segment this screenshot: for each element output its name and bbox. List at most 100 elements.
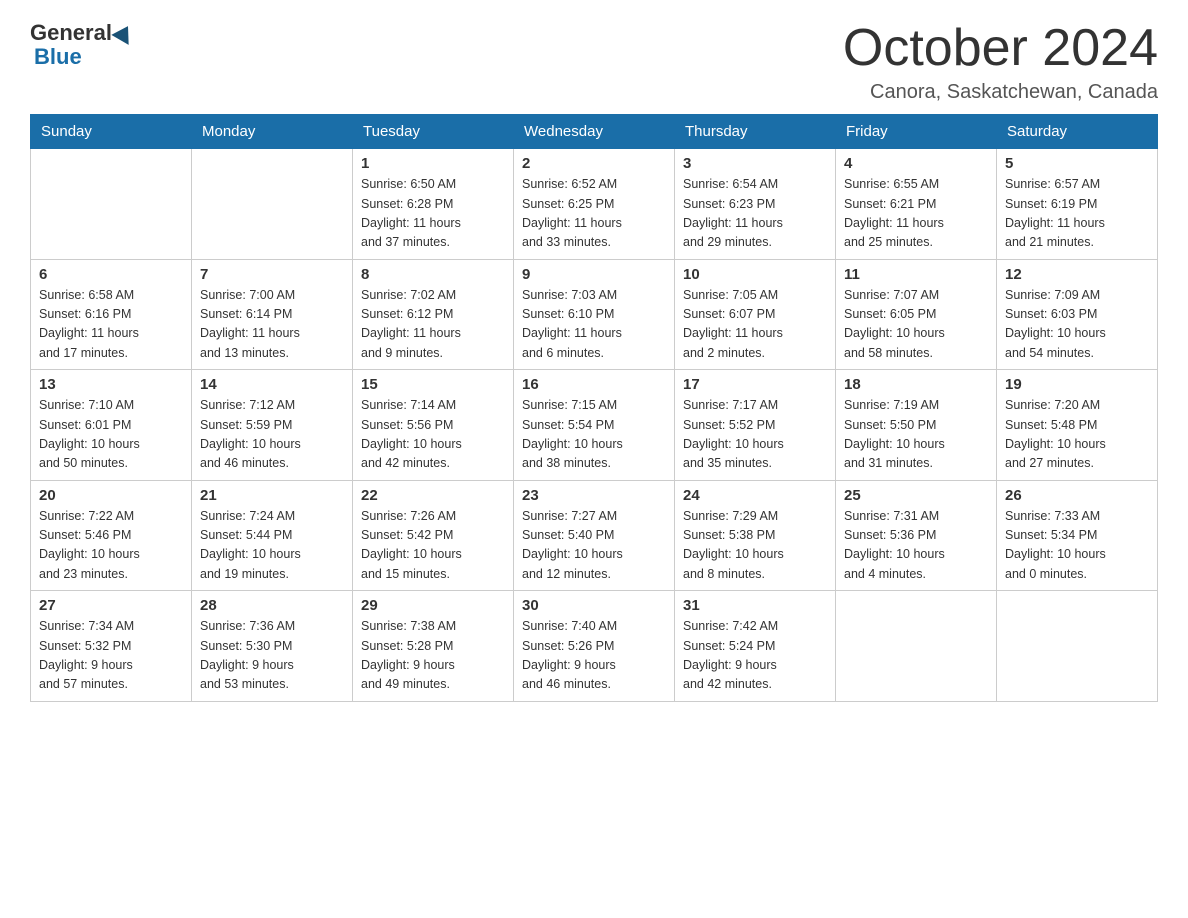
day-number: 6 bbox=[39, 266, 183, 283]
day-info: Sunrise: 7:42 AM Sunset: 5:24 PM Dayligh… bbox=[683, 617, 827, 695]
calendar-cell: 27 Sunrise: 7:34 AM Sunset: 5:32 PM Dayli… bbox=[31, 591, 192, 702]
calendar-cell: 18 Sunrise: 7:19 AM Sunset: 5:50 PM Dayli… bbox=[836, 370, 997, 481]
calendar-cell: 21 Sunrise: 7:24 AM Sunset: 5:44 PM Dayli… bbox=[192, 480, 353, 591]
calendar-cell: 8 Sunrise: 7:02 AM Sunset: 6:12 PM Daylig… bbox=[353, 259, 514, 370]
calendar-cell: 29 Sunrise: 7:38 AM Sunset: 5:28 PM Dayli… bbox=[353, 591, 514, 702]
calendar-cell: 5 Sunrise: 6:57 AM Sunset: 6:19 PM Daylig… bbox=[997, 149, 1158, 260]
day-number: 22 bbox=[361, 487, 505, 504]
calendar-cell: 25Sunrise: 7:31 AM Sunset: 5:36 PM Dayli… bbox=[836, 480, 997, 591]
calendar-cell: 3 Sunrise: 6:54 AM Sunset: 6:23 PM Daylig… bbox=[675, 149, 836, 260]
day-info: Sunrise: 7:15 AM Sunset: 5:54 PM Dayligh… bbox=[522, 396, 666, 474]
day-number: 13 bbox=[39, 376, 183, 393]
calendar-cell: 6 Sunrise: 6:58 AM Sunset: 6:16 PM Daylig… bbox=[31, 259, 192, 370]
day-number: 29 bbox=[361, 597, 505, 614]
calendar-cell: 31 Sunrise: 7:42 AM Sunset: 5:24 PM Dayli… bbox=[675, 591, 836, 702]
calendar-cell: 23Sunrise: 7:27 AM Sunset: 5:40 PM Dayli… bbox=[514, 480, 675, 591]
day-info: Sunrise: 6:50 AM Sunset: 6:28 PM Dayligh… bbox=[361, 175, 505, 253]
day-info: Sunrise: 7:05 AM Sunset: 6:07 PM Dayligh… bbox=[683, 286, 827, 364]
day-number: 5 bbox=[1005, 155, 1149, 172]
calendar-cell bbox=[31, 149, 192, 260]
calendar-cell: 4 Sunrise: 6:55 AM Sunset: 6:21 PM Daylig… bbox=[836, 149, 997, 260]
calendar-cell: 1 Sunrise: 6:50 AM Sunset: 6:28 PM Daylig… bbox=[353, 149, 514, 260]
day-info: Sunrise: 7:29 AM Sunset: 5:38 PM Dayligh… bbox=[683, 507, 827, 585]
day-number: 20 bbox=[39, 487, 183, 504]
day-info: Sunrise: 7:02 AM Sunset: 6:12 PM Dayligh… bbox=[361, 286, 505, 364]
calendar-cell: 13 Sunrise: 7:10 AM Sunset: 6:01 PM Dayli… bbox=[31, 370, 192, 481]
day-info: Sunrise: 7:27 AM Sunset: 5:40 PM Dayligh… bbox=[522, 507, 666, 585]
day-info: Sunrise: 7:40 AM Sunset: 5:26 PM Dayligh… bbox=[522, 617, 666, 695]
calendar-table: SundayMondayTuesdayWednesdayThursdayFrid… bbox=[30, 114, 1158, 702]
calendar-cell: 24Sunrise: 7:29 AM Sunset: 5:38 PM Dayli… bbox=[675, 480, 836, 591]
day-number: 12 bbox=[1005, 266, 1149, 283]
calendar-cell: 17Sunrise: 7:17 AM Sunset: 5:52 PM Dayli… bbox=[675, 370, 836, 481]
calendar-week-row: 1 Sunrise: 6:50 AM Sunset: 6:28 PM Daylig… bbox=[31, 149, 1158, 260]
day-number: 4 bbox=[844, 155, 988, 172]
logo-blue-text: Blue bbox=[34, 44, 82, 70]
calendar-week-row: 6 Sunrise: 6:58 AM Sunset: 6:16 PM Daylig… bbox=[31, 259, 1158, 370]
day-info: Sunrise: 7:03 AM Sunset: 6:10 PM Dayligh… bbox=[522, 286, 666, 364]
calendar-cell: 2Sunrise: 6:52 AM Sunset: 6:25 PM Daylig… bbox=[514, 149, 675, 260]
day-info: Sunrise: 7:24 AM Sunset: 5:44 PM Dayligh… bbox=[200, 507, 344, 585]
calendar-cell: 11Sunrise: 7:07 AM Sunset: 6:05 PM Dayli… bbox=[836, 259, 997, 370]
day-info: Sunrise: 7:26 AM Sunset: 5:42 PM Dayligh… bbox=[361, 507, 505, 585]
day-number: 11 bbox=[844, 266, 988, 283]
day-number: 21 bbox=[200, 487, 344, 504]
column-header-saturday: Saturday bbox=[997, 115, 1158, 149]
calendar-cell bbox=[836, 591, 997, 702]
logo-general-text: General bbox=[30, 20, 112, 46]
day-number: 8 bbox=[361, 266, 505, 283]
day-info: Sunrise: 6:54 AM Sunset: 6:23 PM Dayligh… bbox=[683, 175, 827, 253]
calendar-header-row: SundayMondayTuesdayWednesdayThursdayFrid… bbox=[31, 115, 1158, 149]
column-header-sunday: Sunday bbox=[31, 115, 192, 149]
day-info: Sunrise: 7:09 AM Sunset: 6:03 PM Dayligh… bbox=[1005, 286, 1149, 364]
day-number: 27 bbox=[39, 597, 183, 614]
day-info: Sunrise: 7:12 AM Sunset: 5:59 PM Dayligh… bbox=[200, 396, 344, 474]
calendar-cell: 16 Sunrise: 7:15 AM Sunset: 5:54 PM Dayli… bbox=[514, 370, 675, 481]
day-info: Sunrise: 7:22 AM Sunset: 5:46 PM Dayligh… bbox=[39, 507, 183, 585]
calendar-week-row: 20 Sunrise: 7:22 AM Sunset: 5:46 PM Dayli… bbox=[31, 480, 1158, 591]
day-info: Sunrise: 6:58 AM Sunset: 6:16 PM Dayligh… bbox=[39, 286, 183, 364]
day-number: 2 bbox=[522, 155, 666, 172]
day-number: 19 bbox=[1005, 376, 1149, 393]
calendar-cell: 30 Sunrise: 7:40 AM Sunset: 5:26 PM Dayli… bbox=[514, 591, 675, 702]
day-info: Sunrise: 7:20 AM Sunset: 5:48 PM Dayligh… bbox=[1005, 396, 1149, 474]
day-info: Sunrise: 7:19 AM Sunset: 5:50 PM Dayligh… bbox=[844, 396, 988, 474]
logo-arrow-icon bbox=[111, 21, 136, 45]
calendar-cell: 28Sunrise: 7:36 AM Sunset: 5:30 PM Dayli… bbox=[192, 591, 353, 702]
calendar-cell: 26Sunrise: 7:33 AM Sunset: 5:34 PM Dayli… bbox=[997, 480, 1158, 591]
calendar-cell bbox=[192, 149, 353, 260]
calendar-cell: 14 Sunrise: 7:12 AM Sunset: 5:59 PM Dayli… bbox=[192, 370, 353, 481]
day-number: 1 bbox=[361, 155, 505, 172]
logo: General Blue bbox=[30, 20, 136, 70]
calendar-cell: 15 Sunrise: 7:14 AM Sunset: 5:56 PM Dayli… bbox=[353, 370, 514, 481]
location-subtitle: Canora, Saskatchewan, Canada bbox=[843, 81, 1158, 104]
calendar-cell bbox=[997, 591, 1158, 702]
day-number: 30 bbox=[522, 597, 666, 614]
calendar-cell: 9 Sunrise: 7:03 AM Sunset: 6:10 PM Daylig… bbox=[514, 259, 675, 370]
day-number: 3 bbox=[683, 155, 827, 172]
day-info: Sunrise: 7:14 AM Sunset: 5:56 PM Dayligh… bbox=[361, 396, 505, 474]
day-number: 17 bbox=[683, 376, 827, 393]
day-info: Sunrise: 7:33 AM Sunset: 5:34 PM Dayligh… bbox=[1005, 507, 1149, 585]
day-number: 7 bbox=[200, 266, 344, 283]
day-number: 16 bbox=[522, 376, 666, 393]
day-info: Sunrise: 6:55 AM Sunset: 6:21 PM Dayligh… bbox=[844, 175, 988, 253]
day-number: 9 bbox=[522, 266, 666, 283]
calendar-cell: 12 Sunrise: 7:09 AM Sunset: 6:03 PM Dayli… bbox=[997, 259, 1158, 370]
day-info: Sunrise: 7:10 AM Sunset: 6:01 PM Dayligh… bbox=[39, 396, 183, 474]
day-number: 18 bbox=[844, 376, 988, 393]
day-number: 25 bbox=[844, 487, 988, 504]
day-info: Sunrise: 7:34 AM Sunset: 5:32 PM Dayligh… bbox=[39, 617, 183, 695]
day-number: 10 bbox=[683, 266, 827, 283]
calendar-cell: 7Sunrise: 7:00 AM Sunset: 6:14 PM Daylig… bbox=[192, 259, 353, 370]
day-number: 14 bbox=[200, 376, 344, 393]
title-section: October 2024 Canora, Saskatchewan, Canad… bbox=[843, 20, 1158, 104]
column-header-tuesday: Tuesday bbox=[353, 115, 514, 149]
day-number: 15 bbox=[361, 376, 505, 393]
day-info: Sunrise: 7:38 AM Sunset: 5:28 PM Dayligh… bbox=[361, 617, 505, 695]
column-header-wednesday: Wednesday bbox=[514, 115, 675, 149]
day-number: 28 bbox=[200, 597, 344, 614]
day-number: 31 bbox=[683, 597, 827, 614]
day-info: Sunrise: 6:57 AM Sunset: 6:19 PM Dayligh… bbox=[1005, 175, 1149, 253]
calendar-cell: 20 Sunrise: 7:22 AM Sunset: 5:46 PM Dayli… bbox=[31, 480, 192, 591]
